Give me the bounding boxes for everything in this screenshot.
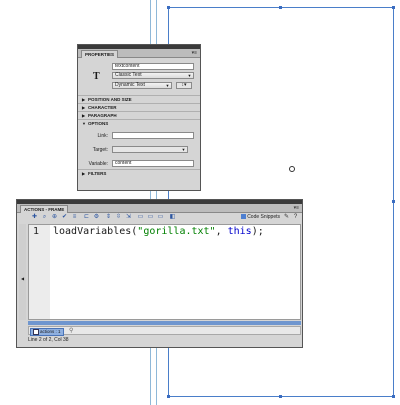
chevron-down-icon: ▼ [187,73,192,78]
resize-handle[interactable] [392,200,395,203]
section-filters[interactable]: ▶ FILTERS [78,169,200,177]
expanded-arrow-icon: ▼ [82,121,86,126]
variable-input[interactable]: content [112,160,194,167]
section-character[interactable]: ▶ CHARACTER [78,103,200,111]
code-function: loadVariables( [53,226,138,237]
panel-menu-icon[interactable]: ▾≡ [192,50,197,56]
expand-toolbox-icon[interactable]: ◀ [21,276,24,281]
text-direction-icon[interactable]: ↕▾ [176,82,192,89]
code-string: "gorilla.txt" [137,226,216,237]
pencil-icon[interactable]: ✎ [283,214,290,221]
script-tab-strip: actions : 1 ⚲ [28,326,301,336]
show-hide-toolbox-icon[interactable]: ◧ [169,214,176,221]
panel-menu-icon[interactable]: ▾≡ [294,205,299,211]
variable-label: Variable: [88,161,108,167]
collapse-between-braces-icon[interactable]: ⇕ [105,214,112,221]
script-tab[interactable]: actions : 1 [30,328,64,336]
script-editor[interactable]: 1 loadVariables("gorilla.txt", this); [28,224,301,320]
chevron-down-icon: ▼ [165,83,170,88]
text-type-select[interactable]: Dynamic Text ▼ [112,82,172,89]
script-icon [33,329,39,335]
text-engine-select[interactable]: Classic Text ▼ [112,72,194,79]
line-number-gutter: 1 [29,225,50,319]
resize-handle[interactable] [279,395,282,398]
remove-comment-icon[interactable]: ▭ [157,214,164,221]
section-options[interactable]: ▼ OPTIONS [78,119,200,127]
chevron-down-icon: ▼ [181,147,186,152]
auto-format-icon[interactable]: ≡ [71,214,78,221]
collapse-selection-icon[interactable]: ⇳ [115,214,122,221]
debug-options-icon[interactable]: ⚙ [93,214,100,221]
resize-handle[interactable] [392,395,395,398]
link-label: Link: [97,133,108,139]
actions-toolbar: ✚ ⌕ ⊕ ✔ ≡ ⊏ ⚙ ⇕ ⇳ ⇲ ▭ ▭ ▭ ◧ Code Snippet… [17,212,302,222]
apply-block-comment-icon[interactable]: ▭ [137,214,144,221]
link-input[interactable] [112,132,194,139]
text-engine-value: Classic Text [115,72,142,78]
tab-properties[interactable]: PROPERTIES [81,50,119,58]
code-line[interactable]: loadVariables("gorilla.txt", this); [53,226,264,237]
apply-line-comment-icon[interactable]: ▭ [147,214,154,221]
help-icon[interactable]: ? [292,214,299,221]
instance-name-input[interactable]: textcontent [112,63,194,70]
transform-pivot-point[interactable] [289,166,295,172]
pin-script-icon[interactable]: ⚲ [69,327,73,334]
text-tool-icon: T [93,71,100,82]
section-paragraph[interactable]: ▶ PARAGRAPH [78,111,200,119]
text-type-value: Dynamic Text [115,82,145,88]
properties-panel: PROPERTIES ▾≡ T textcontent Classic Text… [77,44,201,191]
toolbox-collapse-strip[interactable] [19,224,26,320]
target-label: Target: [92,147,108,153]
collapsed-arrow-icon: ▶ [82,171,86,176]
resize-handle[interactable] [167,6,170,9]
code-keyword: this [227,226,252,237]
properties-tab-bar: PROPERTIES ▾≡ [78,49,200,58]
status-bar: Line 2 of 2, Col 38 [28,337,69,343]
section-position-and-size[interactable]: ▶ POSITION AND SIZE [78,95,200,103]
line-number: 1 [33,226,40,237]
actions-panel: ACTIONS - FRAME ▾≡ ✚ ⌕ ⊕ ✔ ≡ ⊏ ⚙ ⇕ ⇳ ⇲ ▭… [16,199,303,348]
horizontal-scrollbar[interactable] [28,321,301,325]
expand-all-icon[interactable]: ⇲ [125,214,132,221]
code-snippets-icon [241,214,247,220]
resize-handle[interactable] [392,6,395,9]
code-end: ); [251,226,264,237]
target-select[interactable]: ▼ [112,146,188,153]
insert-target-path-icon[interactable]: ⊕ [51,214,58,221]
code-snippets-button[interactable]: Code Snippets [241,214,280,221]
find-icon[interactable]: ⌕ [41,214,48,221]
check-syntax-icon[interactable]: ✔ [61,214,68,221]
code-separator: , [215,226,228,237]
resize-handle[interactable] [167,395,170,398]
resize-handle[interactable] [279,6,282,9]
show-code-hint-icon[interactable]: ⊏ [83,214,90,221]
add-statement-icon[interactable]: ✚ [31,214,38,221]
